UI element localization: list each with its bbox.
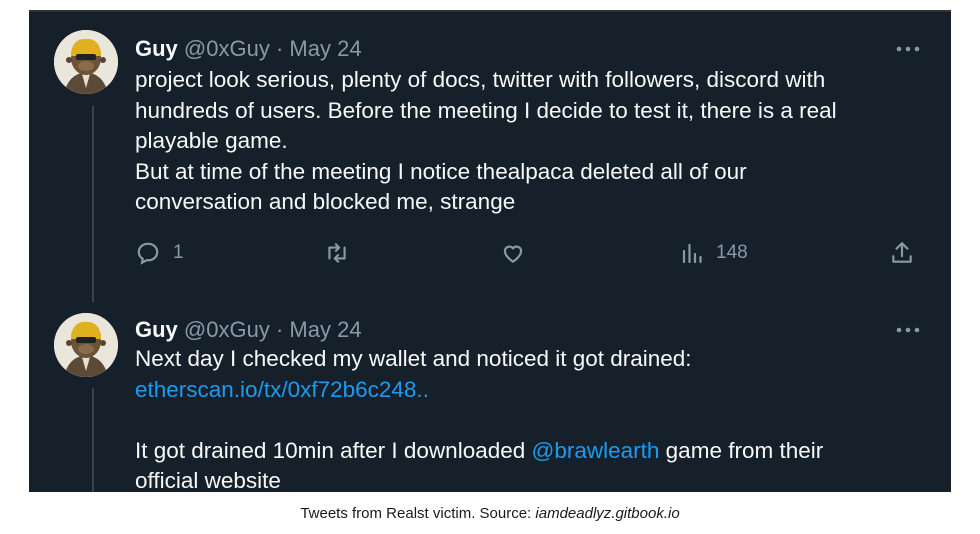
etherscan-link[interactable]: etherscan.io/tx/0xf72b6c248.. [135, 377, 429, 402]
image-caption: Tweets from Realst victim. Source: iamde… [0, 505, 980, 522]
tweet-text-line: official website [135, 468, 281, 492]
handle[interactable]: @0xGuy [184, 36, 270, 61]
tweet-text-line: hundreds of users. Before the meeting I … [135, 97, 837, 123]
separator: · [275, 317, 284, 342]
display-name[interactable]: Guy [135, 317, 178, 342]
like-button[interactable] [500, 240, 538, 266]
tweet-actions: 1 148 [29, 240, 951, 270]
display-name[interactable]: Guy [135, 36, 178, 61]
analytics-icon [682, 243, 702, 264]
reply-button[interactable]: 1 [135, 240, 184, 266]
mention-link[interactable]: @brawlearth [532, 438, 660, 463]
tweet-thread-screenshot: Guy @0xGuy · May 24 project look serious… [29, 10, 951, 492]
thread-line [92, 106, 94, 302]
views-button[interactable]: 148 [680, 240, 748, 266]
separator: · [275, 36, 284, 61]
tweet-text-line: conversation and blocked me, strange [135, 189, 516, 214]
views-count: 148 [716, 242, 748, 263]
tweet-text: Next day I checked my wallet and noticed… [135, 344, 925, 492]
heart-icon [503, 245, 523, 263]
tweet-text-line: playable game. [135, 128, 288, 153]
share-button[interactable] [889, 240, 915, 266]
tweet[interactable]: Guy @0xGuy · May 24 Next day I checked m… [29, 295, 951, 492]
retweet-button[interactable] [323, 240, 363, 266]
ape-avatar-icon [54, 30, 118, 94]
more-options-icon[interactable] [895, 325, 921, 335]
tweet-text-line: But at time of the meeting I notice thea… [135, 158, 747, 184]
avatar[interactable] [54, 30, 118, 94]
more-options-icon[interactable] [895, 44, 921, 54]
caption-text: Tweets from Realst victim. Source: [300, 505, 536, 522]
tweet-text-segment: It got drained 10min after I downloaded [135, 437, 532, 463]
tweet[interactable]: Guy @0xGuy · May 24 project look serious… [29, 10, 951, 302]
handle[interactable]: @0xGuy [184, 317, 270, 342]
thread-line [92, 388, 94, 492]
timestamp[interactable]: May 24 [289, 317, 361, 342]
tweet-text-line: project look serious, plenty of docs, tw… [135, 67, 826, 92]
retweet-icon [328, 243, 346, 263]
share-icon [892, 242, 912, 263]
reply-count: 1 [173, 242, 184, 263]
caption-source: iamdeadlyz.gitbook.io [535, 505, 680, 522]
tweet-text-line: It got drained 10min after I downloaded … [135, 436, 925, 467]
tweet-text-line: Next day I checked my wallet and noticed… [135, 346, 692, 371]
tweet-header: Guy @0xGuy · May 24 [135, 317, 362, 343]
reply-icon [137, 242, 159, 265]
tweet-text: project look serious, plenty of docs, tw… [135, 65, 925, 218]
timestamp[interactable]: May 24 [289, 36, 361, 61]
avatar[interactable] [54, 313, 118, 377]
ape-avatar-icon [54, 313, 118, 377]
tweet-header: Guy @0xGuy · May 24 [135, 36, 362, 62]
tweet-text-segment: game from their [659, 437, 824, 463]
